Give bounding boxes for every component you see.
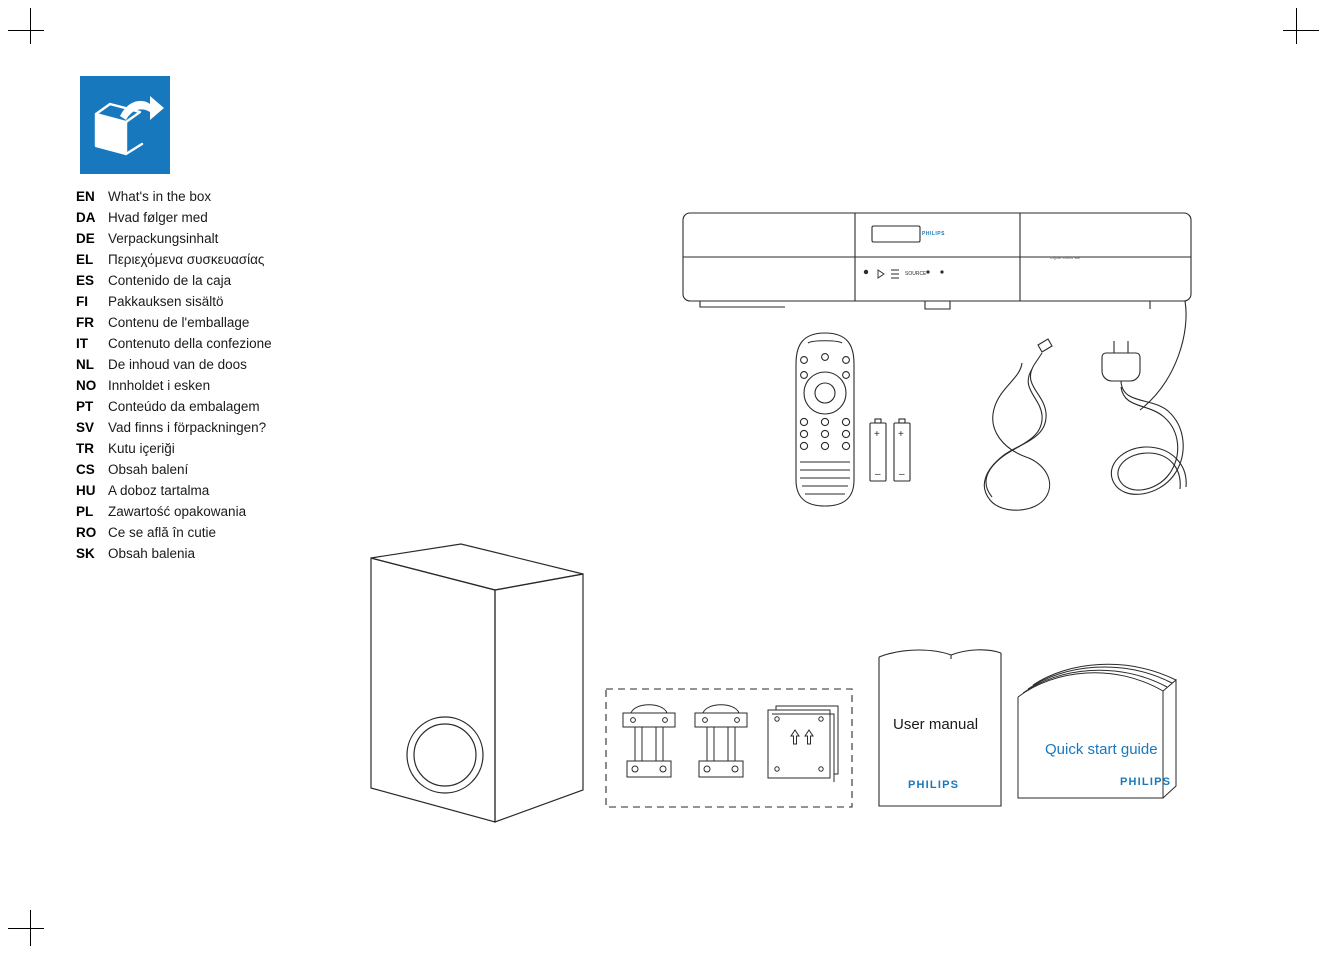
- soundbar-illustration: SOURCE: [680, 210, 1200, 411]
- language-code: DA: [76, 210, 96, 225]
- svg-text:+: +: [874, 429, 880, 440]
- language-code: IT: [76, 336, 88, 351]
- svg-text:–: –: [875, 469, 881, 480]
- language-label: A doboz tartalma: [108, 483, 210, 498]
- language-code: NO: [76, 378, 97, 393]
- soundbar-brand-label: PHILIPS: [922, 231, 945, 237]
- language-row: EN What's in the box: [76, 186, 376, 207]
- language-row: PT Conteúdo da embalagem: [76, 396, 376, 417]
- language-code: PL: [76, 504, 94, 519]
- audio-cable-illustration: [960, 335, 1070, 525]
- language-row: RO Ce se află în cutie: [76, 522, 376, 543]
- language-row: FI Pakkauksen sisältö: [76, 291, 376, 312]
- quick-start-guide-title: Quick start guide: [1045, 741, 1158, 758]
- language-label: Contenu de l'emballage: [108, 315, 250, 330]
- language-code: SK: [76, 546, 95, 561]
- language-code: CS: [76, 462, 95, 477]
- language-code: RO: [76, 525, 97, 540]
- language-label: Contenuto della confezione: [108, 336, 272, 351]
- language-row: ES Contenido de la caja: [76, 270, 376, 291]
- language-label: Περιεχόμενα συσκευασίας: [108, 252, 265, 267]
- svg-text:+: +: [898, 429, 904, 440]
- user-manual-title: User manual: [893, 716, 979, 733]
- language-code: DE: [76, 231, 95, 246]
- crop-mark-top-right-v: [1296, 8, 1297, 44]
- language-label: Conteúdo da embalagem: [108, 399, 260, 414]
- quick-start-guide-brand: PHILIPS: [1120, 776, 1172, 788]
- language-code: HU: [76, 483, 96, 498]
- power-cable-illustration: [1090, 335, 1210, 525]
- language-row: SK Obsah balenia: [76, 543, 376, 564]
- language-code: FR: [76, 315, 94, 330]
- language-label: Obsah balení: [108, 462, 189, 477]
- language-label: Hvad følger med: [108, 210, 208, 225]
- language-row: EL Περιεχόμενα συσκευασίας: [76, 249, 376, 270]
- language-row: TR Kutu içeriği: [76, 438, 376, 459]
- language-label: Contenido de la caja: [108, 273, 232, 288]
- language-row: SV Vad finns i förpackningen?: [76, 417, 376, 438]
- wall-mount-brackets-illustration: [605, 688, 855, 808]
- language-label: Innholdet i esken: [108, 378, 211, 393]
- language-code: EL: [76, 252, 94, 267]
- crop-mark-top-left-v: [30, 8, 31, 44]
- page: EN What's in the box DA Hvad følger med DE Ve…: [0, 0, 1327, 954]
- language-code: PT: [76, 399, 94, 414]
- language-row: CS Obsah balení: [76, 459, 376, 480]
- language-label: Ce se află în cutie: [108, 525, 217, 540]
- svg-text:SOURCE: SOURCE: [905, 271, 927, 277]
- language-row: FR Contenu de l'emballage: [76, 312, 376, 333]
- language-label: What's in the box: [108, 189, 212, 204]
- language-label: Zawartość opakowania: [108, 504, 247, 519]
- language-row: PL Zawartość opakowania: [76, 501, 376, 522]
- language-code: ES: [76, 273, 95, 288]
- language-list: EN What's in the box DA Hvad følger med DE Ve…: [76, 186, 376, 564]
- language-row: NL De inhoud van de doos: [76, 354, 376, 375]
- language-label: Pakkauksen sisältö: [108, 294, 224, 309]
- language-code: NL: [76, 357, 94, 372]
- svg-text:–: –: [899, 469, 905, 480]
- open-box-arrow-icon: [80, 76, 170, 174]
- user-manual-brand: PHILIPS: [908, 779, 960, 791]
- language-row: DE Verpackungsinhalt: [76, 228, 376, 249]
- language-row: NO Innholdet i esken: [76, 375, 376, 396]
- remote-control-illustration: [780, 330, 870, 510]
- language-label: De inhoud van de doos: [108, 357, 247, 372]
- language-label: Vad finns i förpackningen?: [108, 420, 267, 435]
- crop-mark-bottom-left-h: [8, 928, 44, 929]
- crop-mark-top-right-h: [1283, 30, 1319, 31]
- language-code: EN: [76, 189, 95, 204]
- language-code: TR: [76, 441, 94, 456]
- language-row: HU A doboz tartalma: [76, 480, 376, 501]
- language-label: Obsah balenia: [108, 546, 196, 561]
- language-label: Kutu içeriği: [108, 441, 175, 456]
- language-code: FI: [76, 294, 88, 309]
- language-code: SV: [76, 420, 95, 435]
- batteries-illustration: + + – –: [866, 415, 916, 487]
- soundbar-model-label: Digital Sound Bar: [1050, 256, 1081, 260]
- language-row: DA Hvad følger med: [76, 207, 376, 228]
- language-row: IT Contenuto della confezione: [76, 333, 376, 354]
- crop-mark-top-left-h: [8, 30, 44, 31]
- language-label: Verpackungsinhalt: [108, 231, 219, 246]
- subwoofer-illustration: [365, 538, 595, 828]
